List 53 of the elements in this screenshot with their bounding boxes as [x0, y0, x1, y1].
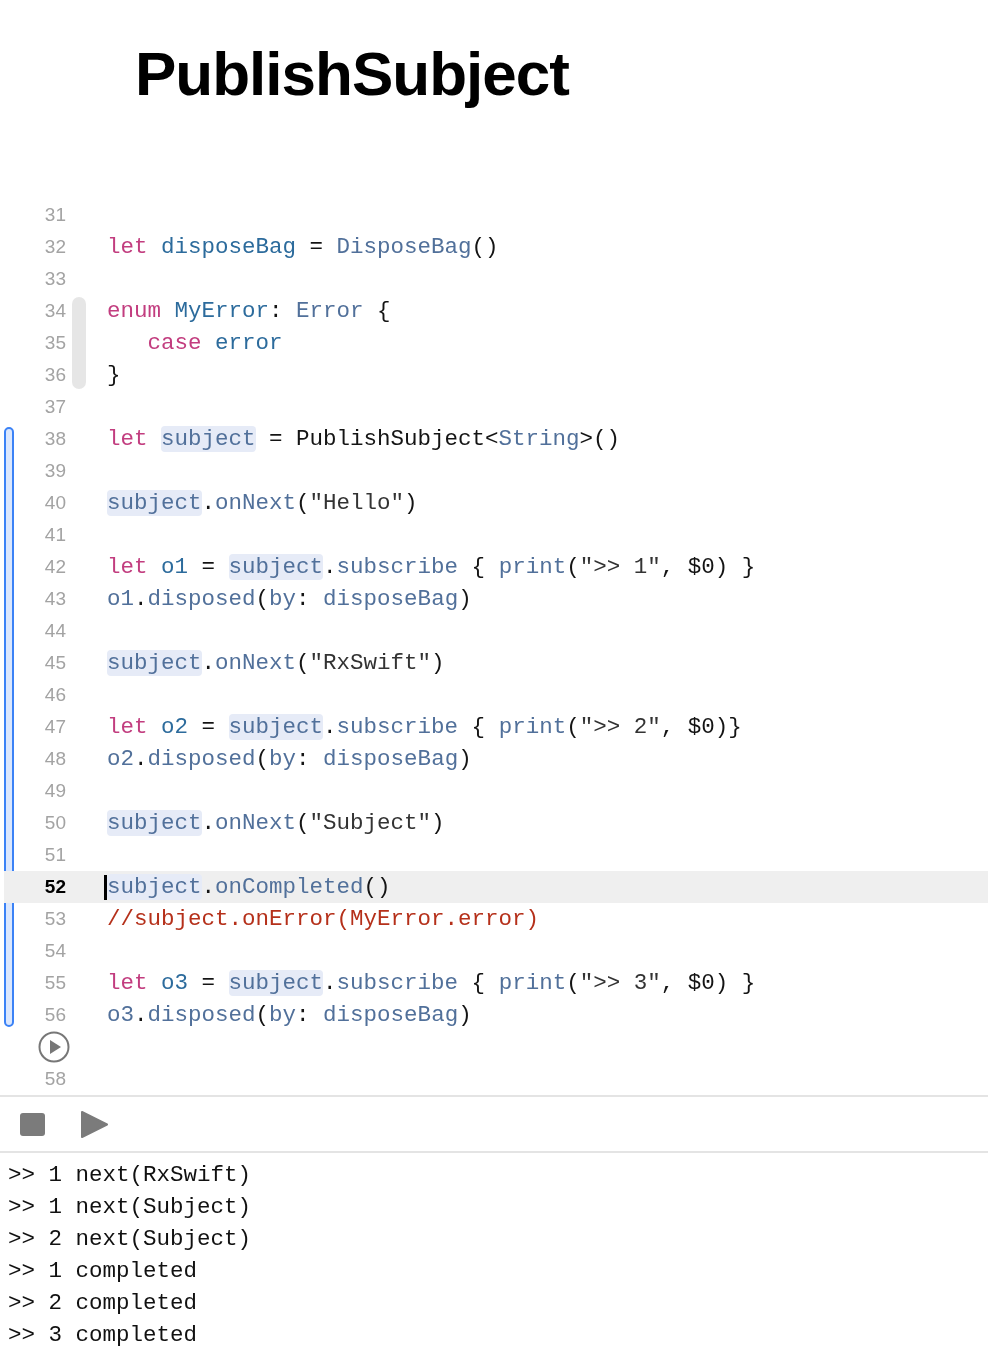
code-line: let o1 = subject.subscribe { print(">> 1", $0) }: [107, 553, 756, 582]
line-number: 49: [44, 779, 66, 803]
console-line: >> 1 completed: [8, 1257, 199, 1286]
line-number: 40: [44, 491, 66, 515]
code-line: case error: [146, 329, 283, 358]
line-number: 46: [44, 683, 66, 707]
run-button[interactable]: [81, 1110, 108, 1138]
line-number: 51: [44, 843, 66, 867]
code-line: o2.disposed(by: disposeBag): [107, 745, 472, 774]
line-number: 54: [44, 939, 66, 963]
console-line: >> 2 completed: [8, 1289, 199, 1318]
line-number: 45: [44, 651, 66, 675]
line-number: 41: [44, 523, 66, 547]
code-line: o3.disposed(by: disposeBag): [107, 1001, 472, 1030]
line-number: 50: [44, 811, 66, 835]
line-number: 34: [44, 299, 66, 323]
code-line: subject.onCompleted(): [107, 871, 391, 903]
line-number: 43: [44, 587, 66, 611]
line-number: 33: [44, 267, 66, 291]
code-line: subject.onNext("RxSwift"): [107, 649, 445, 678]
line-number: 38: [44, 427, 66, 451]
line-number: 47: [44, 715, 66, 739]
line-number: 52: [44, 875, 66, 899]
line-number: 35: [44, 331, 66, 355]
console-line: >> 1 next(RxSwift): [8, 1161, 253, 1190]
console-line: >> 1 next(Subject): [8, 1193, 253, 1222]
line-number: 55: [44, 971, 66, 995]
console-line: >> 3 completed: [8, 1321, 199, 1350]
page-title: PublishSubject: [135, 38, 569, 110]
line-number: 36: [44, 363, 66, 387]
code-line: o1.disposed(by: disposeBag): [107, 585, 472, 614]
line-number: 58: [44, 1067, 66, 1091]
code-line: let o3 = subject.subscribe { print(">> 3", $0) }: [107, 969, 756, 998]
line-number: 31: [44, 203, 66, 227]
code-line: let subject = PublishSubject<String>(): [107, 425, 621, 454]
line-number: 53: [44, 907, 66, 931]
code-line: let disposeBag = DisposeBag(): [107, 233, 499, 262]
console-line: >> 2 next(Subject): [8, 1225, 253, 1254]
line-number: 48: [44, 747, 66, 771]
line-number: 42: [44, 555, 66, 579]
code-line: }: [107, 361, 121, 390]
stop-button[interactable]: [20, 1112, 45, 1136]
line-number: 56: [44, 1003, 66, 1027]
text-cursor: [104, 875, 107, 900]
line-number: 39: [44, 459, 66, 483]
line-number: 44: [44, 619, 66, 643]
line-number: 32: [44, 235, 66, 259]
code-line: enum MyError: Error {: [107, 297, 391, 326]
code-line: subject.onNext("Hello"): [107, 489, 418, 518]
code-line: //subject.onError(MyError.error): [107, 905, 540, 934]
code-line: let o2 = subject.subscribe { print(">> 2", $0)}: [107, 713, 742, 742]
line-number: 37: [44, 395, 66, 419]
code-line: subject.onNext("Subject"): [107, 809, 445, 838]
